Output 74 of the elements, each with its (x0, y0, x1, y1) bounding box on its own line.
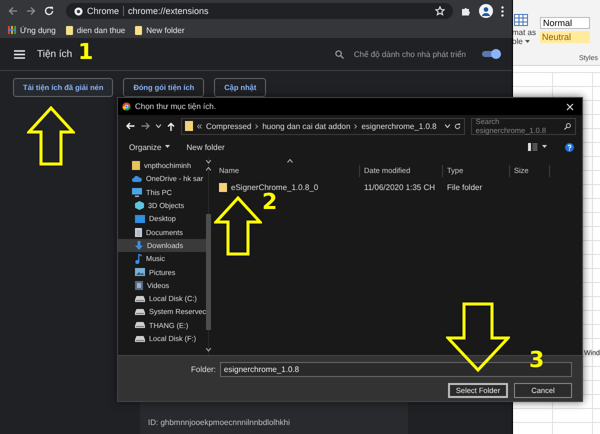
breadcrumb[interactable]: esignerchrome_1.0.8 (361, 122, 437, 130)
page-title: Tiện ích (37, 48, 72, 60)
chevron-icon (255, 124, 258, 128)
bookmark[interactable]: dien dan thue (66, 26, 126, 34)
developer-mode-toggle[interactable] (482, 51, 500, 57)
caret-icon[interactable] (156, 124, 161, 128)
path-field[interactable]: Compressed huong dan cai dat addon esignerchrome_1.0.8 (181, 118, 465, 134)
file-date: 11/06/2020 1:35 CH (363, 183, 436, 192)
chrome-logo-icon (122, 102, 131, 111)
folder-icon (219, 183, 227, 192)
breadcrumb[interactable]: Compressed (206, 122, 252, 130)
search-icon[interactable] (334, 50, 344, 58)
caret-icon[interactable] (524, 40, 530, 44)
drive-icon (135, 322, 145, 328)
folder-icon (66, 26, 73, 34)
up-arrow-icon[interactable] (167, 122, 175, 130)
film-icon (135, 280, 143, 290)
folder-label: Folder: (191, 365, 216, 374)
double-chevron-icon (197, 124, 202, 128)
cell-style[interactable]: Normal (540, 17, 590, 29)
music-note-icon (135, 254, 142, 264)
developer-mode-label: Chế độ dành cho nhà phát triển (354, 50, 466, 58)
bookmark[interactable]: Ứng dụng (8, 26, 56, 34)
toolbar-button[interactable]: Organize (129, 142, 162, 152)
file-row[interactable]: eSignerChrome_1.0.8_0 11/06/2020 1:35 CH File folder (215, 181, 582, 194)
folder-icon (135, 26, 142, 34)
drive-icon (135, 308, 145, 315)
file-type: File folder (446, 183, 484, 192)
forward-icon[interactable] (26, 6, 36, 16)
toolbar-button[interactable]: New folder (186, 142, 225, 152)
table-format-icon[interactable] (514, 14, 528, 26)
search-icon (564, 122, 571, 130)
bookmark[interactable]: New folder (135, 26, 184, 34)
folder-icon (132, 161, 140, 170)
address-bar[interactable]: Chrome chrome://extensions (66, 3, 453, 19)
cloud-icon (132, 176, 142, 182)
extension-id: ID: ghbmnnjooekpmoecnnnilnnbdlolhkhi (148, 418, 290, 427)
caret-icon[interactable] (444, 124, 450, 128)
document-icon (135, 228, 142, 237)
breadcrumb[interactable]: huong dan cai dat addon (262, 122, 350, 130)
step-number: 1 (78, 42, 94, 64)
drive-icon (135, 296, 145, 302)
star-icon[interactable] (435, 6, 445, 16)
download-arrow-icon (135, 240, 143, 250)
up-arrow-icon (27, 106, 75, 166)
refresh-icon[interactable] (454, 122, 461, 130)
chevron-icon (354, 124, 358, 128)
more-menu-icon[interactable] (501, 6, 504, 16)
chrome-logo-icon (74, 6, 83, 16)
up-arrow-icon (214, 196, 262, 256)
avatar-icon[interactable] (479, 4, 493, 18)
caret-icon[interactable] (165, 145, 170, 149)
sort-caret-icon[interactable] (287, 159, 293, 163)
caret-icon[interactable] (542, 145, 547, 149)
view-options-icon[interactable] (528, 143, 538, 151)
picture-icon (135, 268, 145, 276)
step-number: 2 (262, 192, 278, 214)
desktop-icon (135, 214, 145, 223)
down-arrow-icon (446, 302, 510, 372)
forward-icon[interactable] (141, 122, 150, 130)
apps-grid-icon (8, 26, 16, 34)
cell-style[interactable]: Neutral (540, 31, 590, 43)
dialog-title: Chọn thư mục tiện ích. (135, 102, 216, 111)
caret-icon[interactable] (206, 348, 212, 352)
puzzle-icon[interactable] (461, 6, 471, 16)
file-name: eSignerChrome_1.0.8_0 (231, 183, 318, 192)
computer-icon (132, 188, 142, 197)
help-icon[interactable] (565, 142, 574, 152)
menu-icon[interactable] (14, 50, 25, 58)
cube-icon (135, 201, 144, 210)
folder-icon (185, 121, 193, 131)
close-icon[interactable] (566, 102, 574, 110)
reload-icon[interactable] (44, 6, 54, 16)
drive-icon (135, 336, 145, 342)
